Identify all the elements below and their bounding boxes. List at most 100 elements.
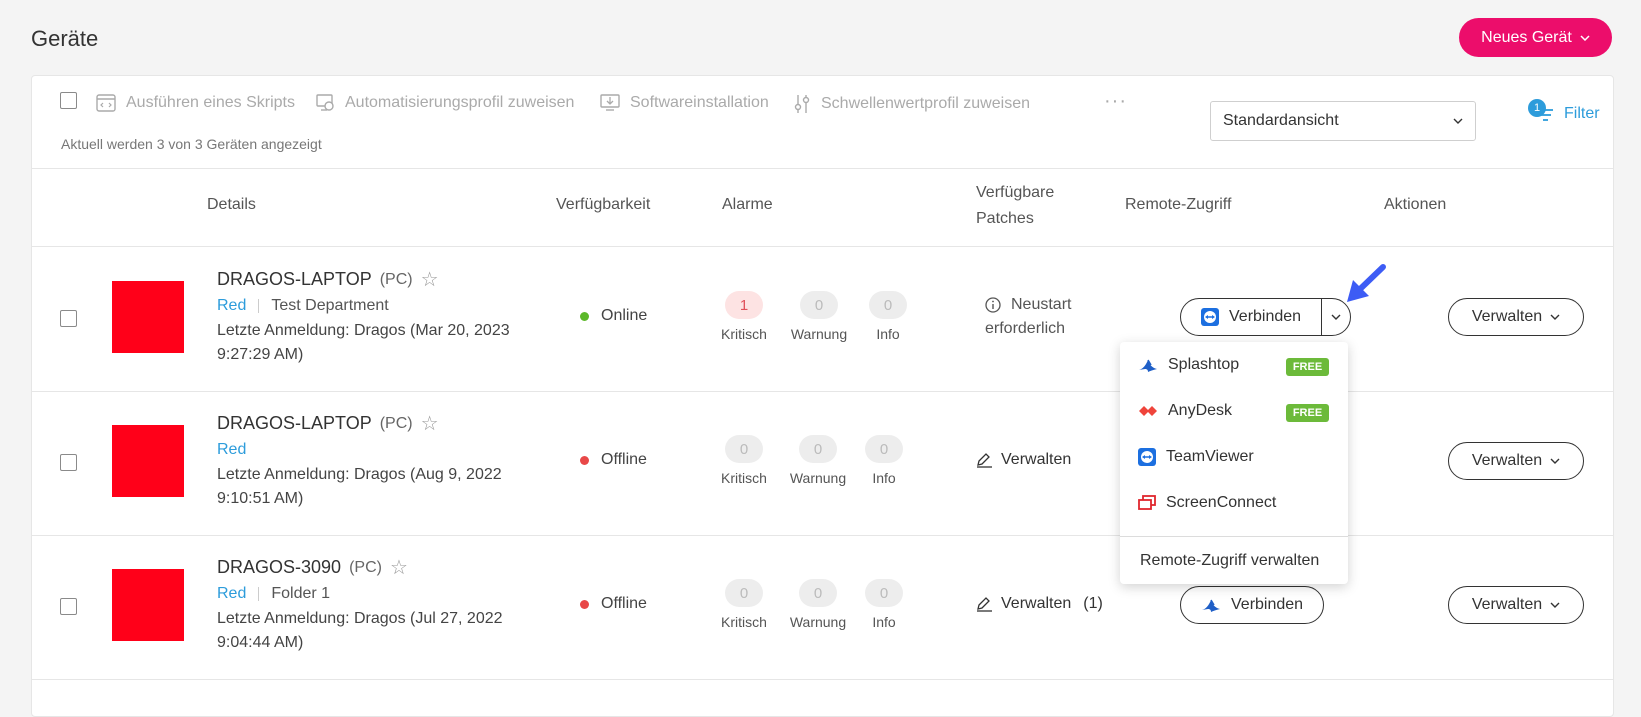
alarm-info-count: 0 [865, 579, 903, 607]
star-icon[interactable]: ☆ [390, 558, 408, 578]
meta-divider [258, 587, 260, 601]
manage-remote-access-link[interactable]: Remote-Zugriff verwalten [1140, 552, 1319, 570]
splashtop-icon [1139, 359, 1157, 372]
column-availability[interactable]: Verfügbarkeit [556, 192, 650, 218]
assign-threshold-label: Schwellenwertprofil zuweisen [821, 95, 1030, 112]
column-details[interactable]: Details [207, 192, 256, 218]
alarm-warning-label: Warnung [789, 614, 847, 630]
chevron-down-icon [1331, 314, 1341, 320]
alarm-info-count: 0 [869, 291, 907, 319]
connect-button[interactable]: Verbinden [1181, 587, 1323, 623]
chevron-down-icon [1550, 314, 1560, 320]
software-install-action[interactable]: Softwareinstallation [600, 94, 769, 112]
dropdown-item-label: AnyDesk [1168, 402, 1233, 419]
alarm-critical-label: Kritisch [721, 614, 767, 630]
status-dot [580, 599, 589, 609]
column-patches[interactable]: Verfügbare Patches [976, 180, 1054, 232]
patch-status-line1: Neustart [1011, 296, 1072, 313]
pencil-icon [977, 453, 992, 468]
device-count-text: Aktuell werden 3 von 3 Geräten angezeigt [61, 136, 322, 152]
manage-button[interactable]: Verwalten [1448, 442, 1584, 480]
table-header: Details Verfügbarkeit Alarme Verfügbare … [32, 168, 1613, 247]
table-row[interactable]: DRAGOS-LAPTOP (PC) ☆ Red Letzte Anmeldun… [32, 391, 1613, 536]
device-name[interactable]: DRAGOS-LAPTOP (PC) ☆ [217, 413, 439, 434]
chevron-down-icon [1453, 118, 1463, 124]
device-name-text: DRAGOS-3090 [217, 557, 342, 577]
dropdown-item-screenconnect[interactable]: ScreenConnect [1138, 494, 1276, 512]
patch-status: Neustart erforderlich [985, 293, 1071, 341]
dropdown-item-teamviewer[interactable]: TeamViewer [1138, 448, 1254, 466]
device-name[interactable]: DRAGOS-3090 (PC) ☆ [217, 557, 408, 578]
row-checkbox[interactable] [60, 310, 77, 327]
assign-automation-action[interactable]: Automatisierungsprofil zuweisen [315, 94, 574, 112]
manage-label: Verwalten [1471, 308, 1543, 325]
patch-manage-link[interactable]: Verwalten (1) [976, 595, 1103, 613]
threshold-icon [794, 95, 810, 113]
assign-threshold-action[interactable]: Schwellenwertprofil zuweisen [793, 94, 1030, 114]
last-login-line2: 9:04:44 AM) [217, 634, 304, 651]
table-row[interactable]: DRAGOS-3090 (PC) ☆ Red Folder 1 Letzte A… [32, 535, 1613, 680]
manage-button[interactable]: Verwalten [1448, 586, 1584, 624]
run-script-label: Ausführen eines Skripts [126, 94, 295, 111]
device-meta: Red Folder 1 [217, 585, 330, 603]
alarm-critical[interactable]: 0 Kritisch [709, 435, 779, 486]
status-dot [580, 311, 589, 321]
alarm-critical[interactable]: 0 Kritisch [709, 579, 779, 630]
pencil-icon [977, 597, 992, 612]
status-text: Offline [601, 595, 647, 612]
more-actions-button[interactable]: ··· [1104, 90, 1127, 113]
device-name[interactable]: DRAGOS-LAPTOP (PC) ☆ [217, 269, 439, 290]
alarm-info-label: Info [872, 470, 896, 486]
dropdown-item-label: Splashtop [1168, 356, 1240, 373]
splashtop-icon [1202, 599, 1220, 612]
alarm-warning[interactable]: 0 Warnung [784, 291, 854, 342]
device-tag[interactable]: Red [217, 585, 246, 603]
dropdown-item-label: TeamViewer [1166, 448, 1254, 465]
assign-automation-label: Automatisierungsprofil zuweisen [345, 94, 575, 111]
device-tag[interactable]: Red [217, 297, 246, 315]
row-checkbox[interactable] [60, 454, 77, 471]
device-last-login: Letzte Anmeldung: Dragos (Mar 20, 2023 9… [217, 319, 537, 367]
status-text: Offline [601, 451, 647, 468]
free-badge: FREE [1286, 404, 1329, 422]
column-actions[interactable]: Aktionen [1384, 192, 1446, 218]
remote-connect-group: Verbinden [1180, 298, 1351, 336]
software-install-label: Softwareinstallation [630, 94, 769, 111]
run-script-action[interactable]: Ausführen eines Skripts [96, 94, 295, 112]
star-icon[interactable]: ☆ [421, 414, 439, 434]
device-meta: Red Test Department [217, 297, 389, 315]
alarm-info[interactable]: 0 Info [853, 291, 923, 342]
status-dot [580, 455, 589, 465]
patch-count: (1) [1083, 595, 1103, 612]
device-tag[interactable]: Red [217, 441, 246, 459]
devices-card: Ausführen eines Skripts Automatisierungs… [31, 75, 1614, 717]
filter-button[interactable]: 1 Filter [1528, 99, 1600, 123]
column-remote-access[interactable]: Remote-Zugriff [1125, 192, 1231, 218]
view-select[interactable]: Standardansicht [1210, 101, 1476, 141]
row-checkbox[interactable] [60, 598, 77, 615]
select-all-checkbox[interactable] [60, 92, 77, 109]
alarm-warning[interactable]: 0 Warnung [783, 435, 853, 486]
remote-connect-group: Verbinden [1180, 586, 1325, 624]
anydesk-icon [1139, 406, 1157, 416]
teamviewer-icon [1201, 308, 1219, 326]
alarm-critical[interactable]: 1 Kritisch [709, 291, 779, 342]
column-alarms[interactable]: Alarme [722, 192, 773, 218]
alarm-warning-label: Warnung [789, 470, 847, 486]
chevron-down-icon [1550, 458, 1560, 464]
column-patches-line2: Patches [976, 210, 1034, 227]
availability-status: Offline [580, 451, 647, 469]
alarm-warning[interactable]: 0 Warnung [783, 579, 853, 630]
page-title: Geräte [31, 26, 99, 51]
new-device-button[interactable]: Neues Gerät [1459, 18, 1612, 57]
dropdown-item-anydesk[interactable]: AnyDesk [1138, 402, 1232, 420]
alarm-info[interactable]: 0 Info [849, 579, 919, 630]
manage-button[interactable]: Verwalten [1448, 298, 1584, 336]
last-login-line1: Letzte Anmeldung: Dragos (Mar 20, 2023 [217, 322, 510, 339]
device-type: (PC) [349, 558, 382, 576]
star-icon[interactable]: ☆ [421, 270, 439, 290]
alarm-critical-count: 0 [725, 435, 763, 463]
patch-manage-link[interactable]: Verwalten [976, 451, 1071, 469]
alarm-info[interactable]: 0 Info [849, 435, 919, 486]
connect-button[interactable]: Verbinden [1181, 299, 1321, 335]
